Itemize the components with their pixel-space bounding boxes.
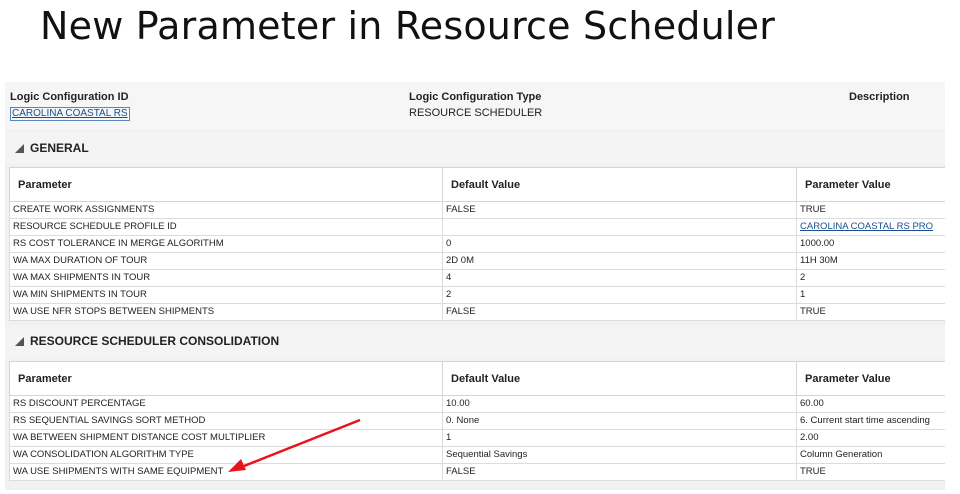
default-value-cell: 2D 0M xyxy=(442,252,797,270)
parameter-name-cell: WA CONSOLIDATION ALGORITHM TYPE xyxy=(9,446,443,464)
default-value-cell: 10.00 xyxy=(442,395,797,413)
column-header-parameter-value[interactable]: Parameter Value xyxy=(796,167,945,202)
default-value-cell xyxy=(442,218,797,236)
parameter-name-cell: WA MAX SHIPMENTS IN TOUR xyxy=(9,269,443,287)
section-general-header[interactable]: GENERAL xyxy=(5,132,945,164)
parameter-name-cell: RS SEQUENTIAL SAVINGS SORT METHOD xyxy=(9,412,443,430)
parameter-value-cell: TRUE xyxy=(796,463,945,481)
column-header-parameter[interactable]: Parameter xyxy=(9,361,443,396)
table-row[interactable]: CREATE WORK ASSIGNMENTS FALSE TRUE xyxy=(9,201,945,219)
parameter-value-cell: 2.00 xyxy=(796,429,945,447)
config-id-label: Logic Configuration ID xyxy=(10,91,129,103)
parameter-name-cell: WA MIN SHIPMENTS IN TOUR xyxy=(9,286,443,304)
default-value-cell: 0 xyxy=(442,235,797,253)
table-row[interactable]: WA USE SHIPMENTS WITH SAME EQUIPMENT FALS… xyxy=(9,463,945,481)
parameter-value-cell: 11H 30M xyxy=(796,252,945,270)
parameter-name-cell: CREATE WORK ASSIGNMENTS xyxy=(9,201,443,219)
column-header-parameter[interactable]: Parameter xyxy=(9,167,443,202)
default-value-cell: 0. None xyxy=(442,412,797,430)
parameter-value-cell: Column Generation xyxy=(796,446,945,464)
default-value-cell: 2 xyxy=(442,286,797,304)
profile-id-link[interactable]: CAROLINA COASTAL RS PRO xyxy=(800,221,933,232)
table-row[interactable]: RESOURCE SCHEDULE PROFILE ID CAROLINA COA… xyxy=(9,218,945,236)
parameter-value-cell: 6. Current start time ascending xyxy=(796,412,945,430)
parameter-value-cell: 60.00 xyxy=(796,395,945,413)
config-header: Logic Configuration ID CAROLINA COASTAL … xyxy=(5,82,945,130)
default-value-cell: FALSE xyxy=(442,463,797,481)
section-consolidation-header[interactable]: RESOURCE SCHEDULER CONSOLIDATION xyxy=(5,325,945,357)
parameter-value-cell: TRUE xyxy=(796,303,945,321)
table-row[interactable]: WA USE NFR STOPS BETWEEN SHIPMENTS FALSE T… xyxy=(9,303,945,321)
description-label: Description xyxy=(849,91,910,103)
consolidation-parameters-table: Parameter Default Value Parameter Value … xyxy=(9,361,945,481)
parameter-value-cell: 1000.00 xyxy=(796,235,945,253)
slide-title: New Parameter in Resource Scheduler xyxy=(40,4,776,48)
parameter-name-cell: WA USE SHIPMENTS WITH SAME EQUIPMENT xyxy=(9,463,443,481)
table-row[interactable]: WA MAX SHIPMENTS IN TOUR 4 2 xyxy=(9,269,945,287)
parameter-value-cell: TRUE xyxy=(796,201,945,219)
parameter-name-cell: RS COST TOLERANCE IN MERGE ALGORITHM xyxy=(9,235,443,253)
parameter-value-cell: 2 xyxy=(796,269,945,287)
section-consolidation-title: RESOURCE SCHEDULER CONSOLIDATION xyxy=(30,334,280,348)
default-value-cell: FALSE xyxy=(442,201,797,219)
default-value-cell: FALSE xyxy=(442,303,797,321)
table-row[interactable]: RS COST TOLERANCE IN MERGE ALGORITHM 0 100… xyxy=(9,235,945,253)
table-row[interactable]: WA CONSOLIDATION ALGORITHM TYPE Sequentia… xyxy=(9,446,945,464)
table-row[interactable]: WA BETWEEN SHIPMENT DISTANCE COST MULTIP… xyxy=(9,429,945,447)
column-header-parameter-value[interactable]: Parameter Value xyxy=(796,361,945,396)
table-row[interactable]: RS SEQUENTIAL SAVINGS SORT METHOD 0. None… xyxy=(9,412,945,430)
default-value-cell: 1 xyxy=(442,429,797,447)
table-row[interactable]: WA MIN SHIPMENTS IN TOUR 2 1 xyxy=(9,286,945,304)
parameter-name-cell: WA USE NFR STOPS BETWEEN SHIPMENTS xyxy=(9,303,443,321)
parameter-name-cell: RS DISCOUNT PERCENTAGE xyxy=(9,395,443,413)
column-header-default-value[interactable]: Default Value xyxy=(442,167,797,202)
collapse-triangle-icon[interactable] xyxy=(15,337,24,346)
default-value-cell: 4 xyxy=(442,269,797,287)
parameter-value-cell[interactable]: CAROLINA COASTAL RS PRO xyxy=(796,218,945,236)
logic-configuration-panel: Logic Configuration ID CAROLINA COASTAL … xyxy=(5,82,945,490)
general-parameters-table: Parameter Default Value Parameter Value … xyxy=(9,167,945,321)
collapse-triangle-icon[interactable] xyxy=(15,144,24,153)
parameter-name-cell: WA BETWEEN SHIPMENT DISTANCE COST MULTIP… xyxy=(9,429,443,447)
parameter-name-cell: RESOURCE SCHEDULE PROFILE ID xyxy=(9,218,443,236)
table-row[interactable]: WA MAX DURATION OF TOUR 2D 0M 11H 30M xyxy=(9,252,945,270)
table-row[interactable]: RS DISCOUNT PERCENTAGE 10.00 60.00 xyxy=(9,395,945,413)
default-value-cell: Sequential Savings xyxy=(442,446,797,464)
config-id-link[interactable]: CAROLINA COASTAL RS xyxy=(10,107,130,121)
section-general-title: GENERAL xyxy=(30,141,89,155)
config-type-label: Logic Configuration Type xyxy=(409,91,542,103)
column-header-default-value[interactable]: Default Value xyxy=(442,361,797,396)
parameter-value-cell: 1 xyxy=(796,286,945,304)
parameter-name-cell: WA MAX DURATION OF TOUR xyxy=(9,252,443,270)
config-type-value: RESOURCE SCHEDULER xyxy=(409,107,543,119)
